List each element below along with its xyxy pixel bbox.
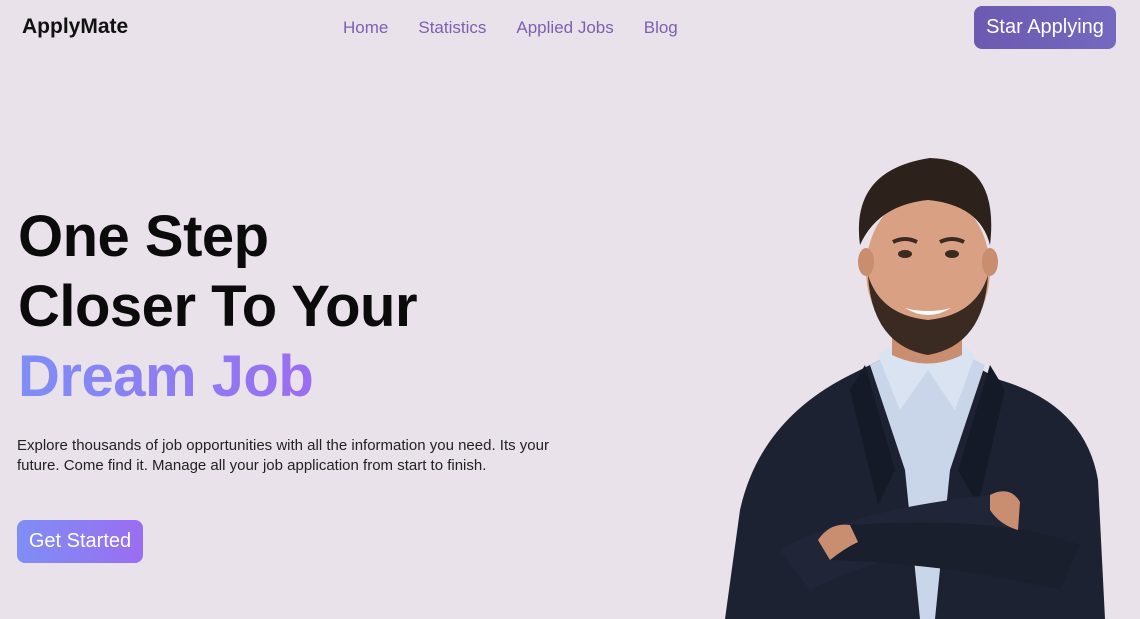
hero-title-accent: Dream Job [18, 342, 314, 412]
get-started-button[interactable]: Get Started [17, 520, 143, 563]
hero-person-image [725, 158, 1105, 619]
star-applying-button[interactable]: Star Applying [974, 6, 1116, 49]
landing-page: ApplyMate Home Statistics Applied Jobs B… [0, 0, 1140, 619]
hero-description: Explore thousands of job opportunities w… [17, 437, 549, 474]
nav-link-blog[interactable]: Blog [644, 18, 678, 38]
nav-link-statistics[interactable]: Statistics [418, 18, 486, 38]
hero-title: One Step Closer To Your Dream Job [18, 202, 418, 412]
hero-title-line1: One Step [18, 204, 269, 269]
nav-link-applied-jobs[interactable]: Applied Jobs [516, 18, 613, 38]
main-nav: Home Statistics Applied Jobs Blog [343, 18, 678, 38]
brand-logo[interactable]: ApplyMate [22, 15, 128, 39]
nav-link-home[interactable]: Home [343, 18, 388, 38]
hero-title-line2: Closer To Your [18, 274, 418, 339]
